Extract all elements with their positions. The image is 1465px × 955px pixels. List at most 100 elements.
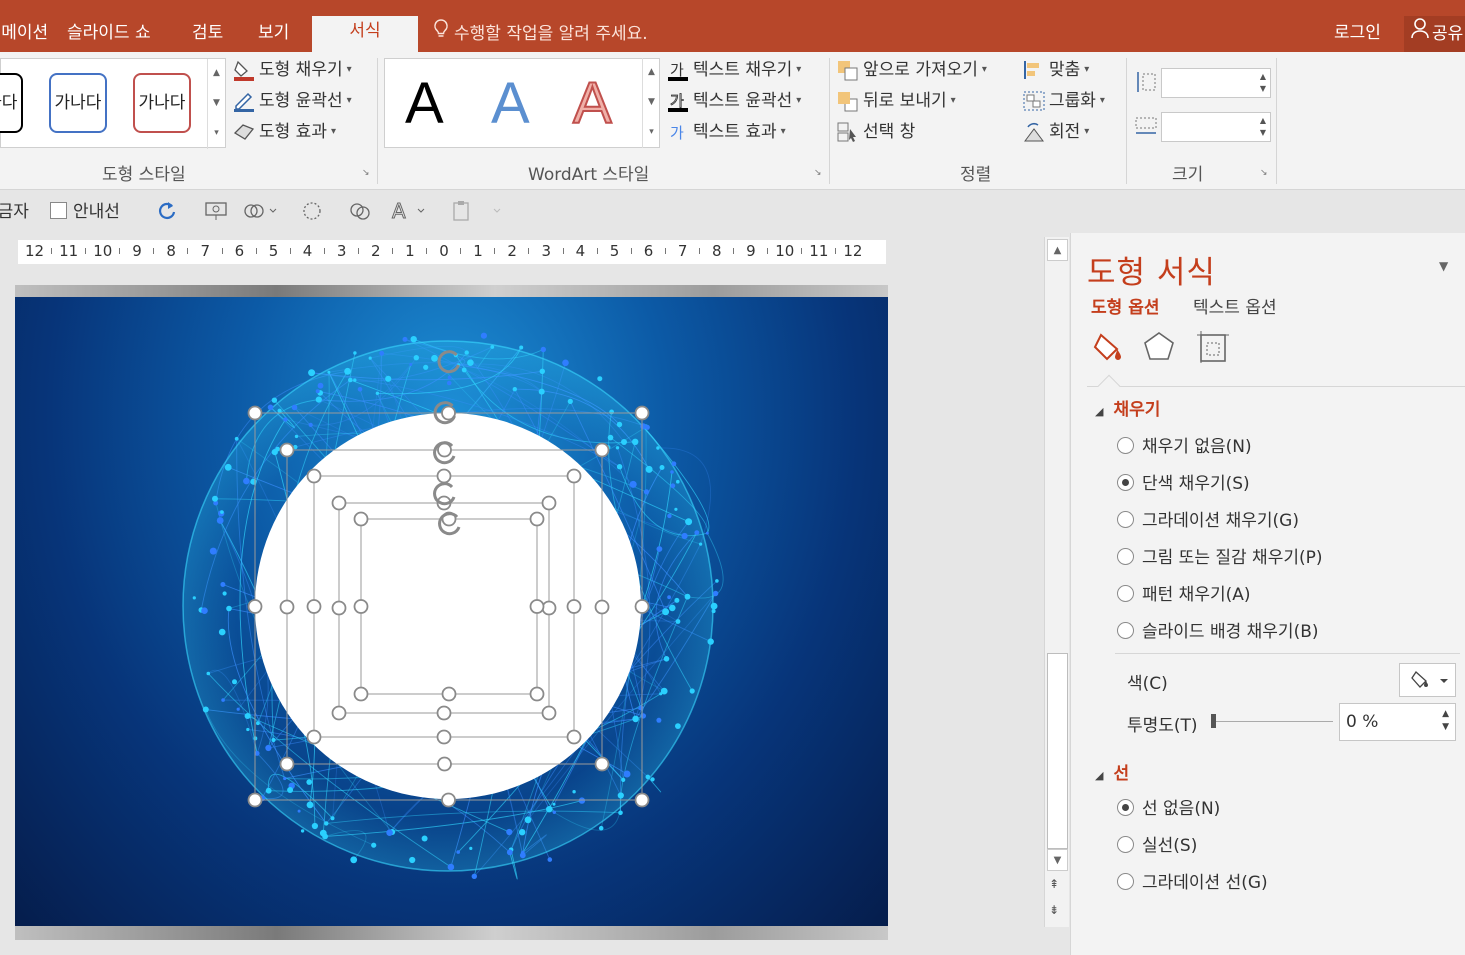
rotate-button[interactable]: 회전 ▾ [1022,118,1089,146]
resize-handle[interactable] [529,599,545,614]
gallery-down-icon[interactable]: ▼ [207,89,225,119]
resize-handle[interactable] [436,468,452,484]
resize-handle[interactable] [306,599,322,614]
resize-handle[interactable] [279,442,295,458]
line-radio-option[interactable]: 선 없음(N) [1117,797,1220,821]
resize-handle[interactable] [247,405,263,421]
dialog-launcher-icon[interactable]: ↘ [362,168,372,178]
gallery-more-icon[interactable]: ▾ [642,118,660,148]
wordart-style-red[interactable]: A [572,69,613,139]
shape-outline-button[interactable]: 도형 윤곽선 ▾ [232,87,352,115]
resize-handle[interactable] [437,756,452,772]
fill-section-header[interactable]: ◢ 채우기 [1095,395,1160,420]
resize-handle[interactable] [331,705,347,721]
scroll-down-icon[interactable]: ▼ [1047,849,1068,871]
spinner-icon[interactable]: ▲ ▼ [1260,115,1266,139]
ruler-toggle-label[interactable]: 눈금자 [0,200,29,224]
login-link[interactable]: 로그인 [1334,18,1381,48]
shape-style-swatch[interactable]: 가나다 [0,73,23,133]
resize-handle[interactable] [634,599,650,614]
tell-me-search[interactable]: 수행할 작업을 알려 주세요. [432,18,648,48]
fill-radio-option[interactable]: 슬라이드 배경 채우기(B) [1117,620,1319,644]
tab-review[interactable]: 검토 [192,18,223,52]
rotate-refresh-icon[interactable] [156,200,178,224]
tab-slideshow[interactable]: 슬라이드 쇼 [67,18,151,52]
clipboard-icon[interactable] [450,200,504,224]
align-button[interactable]: 맞춤 ▾ [1022,56,1089,84]
resize-handle[interactable] [306,729,322,745]
fill-radio-option[interactable]: 패턴 채우기(A) [1117,583,1251,607]
resize-handle[interactable] [353,599,369,614]
resize-handle[interactable] [566,729,582,745]
transparency-slider-track[interactable] [1213,721,1333,722]
resize-handle[interactable] [353,511,369,527]
resize-handle[interactable] [441,686,457,702]
fill-line-icon[interactable] [1091,329,1127,365]
spinner-icon[interactable]: ▲ ▼ [1260,71,1266,95]
editor-scrollbar[interactable]: ▲ ▼ ⇞ ⇟ [1044,237,1069,927]
shape-style-swatch[interactable]: 가나다 [49,73,107,133]
resize-handle[interactable] [634,405,650,421]
shape-style-swatch[interactable]: 가나다 [133,73,191,133]
text-style-icon[interactable]: A [390,199,430,224]
spinner-icon[interactable]: ▲ ▼ [1442,708,1449,734]
text-effects-button[interactable]: 가 텍스트 효과 ▾ [666,118,786,146]
tab-text-options[interactable]: 텍스트 옵션 [1193,293,1277,318]
fill-color-picker[interactable] [1399,663,1456,697]
intersect-shapes-icon[interactable] [348,200,374,224]
resize-handle[interactable] [529,686,545,702]
gallery-up-icon[interactable]: ▲ [642,58,660,88]
resize-handle[interactable] [594,756,610,772]
transparency-input[interactable]: 0 % ▲ ▼ [1339,703,1456,741]
fill-radio-option[interactable]: 채우기 없음(N) [1117,435,1252,459]
tab-shape-options[interactable]: 도형 옵션 [1091,293,1159,318]
slide[interactable] [15,285,888,940]
gallery-more-icon[interactable]: ▾ [207,119,225,149]
transparency-slider-knob[interactable] [1211,714,1216,728]
tab-view[interactable]: 보기 [258,18,289,52]
resize-handle[interactable] [279,756,295,772]
resize-handle[interactable] [331,600,347,616]
resize-handle[interactable] [331,495,347,511]
resize-handle[interactable] [541,600,557,616]
selection-pane-button[interactable]: 선택 창 [836,118,915,146]
wordart-style-blue[interactable]: A [491,69,530,139]
resize-handle[interactable] [634,792,650,808]
resize-handle[interactable] [353,686,369,702]
fill-radio-option[interactable]: 그림 또는 질감 채우기(P) [1117,546,1323,570]
resize-handle[interactable] [436,729,452,745]
line-radio-option[interactable]: 그라데이션 선(G) [1117,871,1268,895]
lasso-select-icon[interactable] [300,200,324,224]
resize-handle[interactable] [594,599,610,615]
shape-fill-button[interactable]: 도형 채우기 ▾ [232,56,352,84]
text-fill-button[interactable]: 가 텍스트 채우기 ▾ [666,56,801,84]
pane-options-icon[interactable]: ▼ [1439,259,1448,273]
previous-slide-icon[interactable]: ⇞ [1049,877,1059,891]
present-icon[interactable] [204,200,230,224]
shapes-merge-icon[interactable] [242,200,278,224]
next-slide-icon[interactable]: ⇟ [1049,903,1059,917]
line-radio-option[interactable]: 실선(S) [1117,834,1197,858]
gallery-down-icon[interactable]: ▼ [642,88,660,118]
gallery-up-icon[interactable]: ▲ [207,59,225,89]
send-backward-button[interactable]: 뒤로 보내기 ▾ [836,87,956,115]
resize-handle[interactable] [306,468,322,484]
resize-handle[interactable] [441,792,456,808]
fill-radio-option[interactable]: 단색 채우기(S) [1117,472,1250,496]
resize-handle[interactable] [279,599,295,615]
shape-effects-button[interactable]: 도형 효과 ▾ [232,118,336,146]
size-properties-icon[interactable] [1195,329,1231,365]
guides-checkbox[interactable]: 안내선 [50,200,120,224]
resize-handle[interactable] [247,792,263,808]
dialog-launcher-icon[interactable]: ↘ [1260,168,1270,178]
scroll-thumb[interactable] [1047,653,1068,849]
text-outline-button[interactable]: 가 텍스트 윤곽선 ▾ [666,87,801,115]
dialog-launcher-icon[interactable]: ↘ [814,168,824,178]
resize-handle[interactable] [541,705,557,721]
effects-pentagon-icon[interactable] [1141,329,1177,365]
resize-handle[interactable] [247,599,263,614]
shape-width-input[interactable]: ▲ ▼ [1161,112,1271,142]
wordart-style-black[interactable]: A [405,69,444,139]
line-section-header[interactable]: ◢ 선 [1095,759,1129,784]
resize-handle[interactable] [594,442,610,458]
